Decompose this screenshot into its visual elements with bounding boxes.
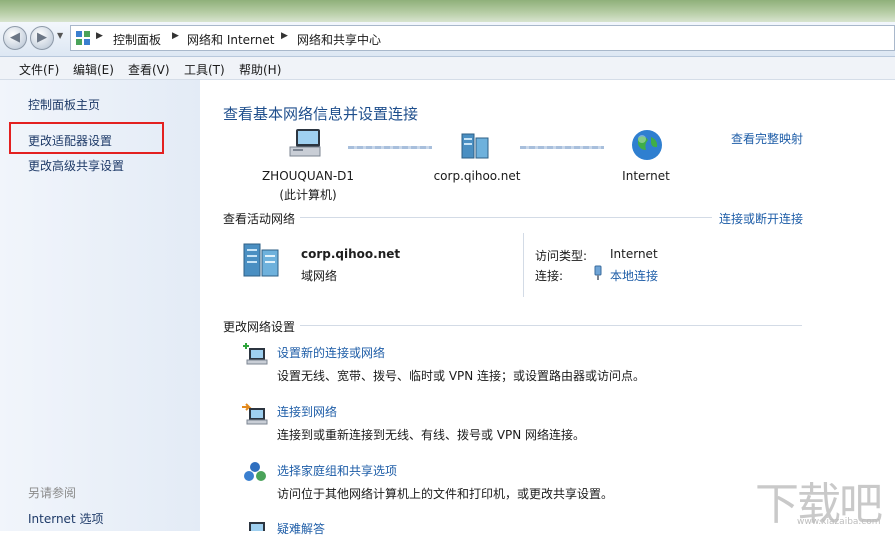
computer-name: ZHOUQUAN-D1 — [261, 169, 355, 183]
task-troubleshoot-link[interactable]: 疑难解答 — [277, 520, 325, 537]
computer-icon[interactable] — [288, 127, 324, 161]
connection-line — [520, 146, 604, 149]
local-connection-link[interactable]: 本地连接 — [610, 267, 658, 284]
active-networks-heading: 查看活动网络 — [223, 212, 296, 226]
recent-pages-dropdown[interactable]: ▼ — [57, 31, 67, 45]
sidebar-link-control-panel-home[interactable]: 控制面板主页 — [28, 96, 100, 113]
menu-view[interactable]: 查看(V) — [128, 61, 170, 78]
watermark-url: www.xiazaiba.com — [797, 517, 881, 527]
control-panel-network-icon — [76, 31, 90, 45]
internet-label: Internet — [622, 169, 670, 183]
homegroup-icon — [244, 462, 266, 481]
access-type-value: Internet — [610, 247, 658, 261]
window-top-strip — [0, 0, 895, 22]
task-connect-network-desc: 连接到或重新连接到无线、有线、拨号或 VPN 网络连接。 — [277, 428, 586, 442]
menu-help[interactable]: 帮助(H) — [239, 61, 281, 78]
connection-line — [348, 146, 432, 149]
task-homegroup-desc: 访问位于其他网络计算机上的文件和打印机，或更改共享设置。 — [277, 487, 614, 501]
breadcrumb-control-panel[interactable]: 控制面板 — [113, 31, 161, 48]
new-connection-icon — [243, 343, 268, 365]
breadcrumb-separator-icon[interactable]: ▶ — [281, 31, 288, 41]
task-new-connection-desc: 设置无线、宽带、拨号、临时或 VPN 连接；或设置路由器或访问点。 — [277, 369, 646, 383]
breadcrumb-separator-icon[interactable]: ▶ — [172, 31, 179, 41]
lan-connection-icon — [594, 265, 602, 280]
address-field[interactable]: ▶ 控制面板 ▶ 网络和 Internet ▶ 网络和共享中心 — [70, 25, 895, 51]
menu-tools[interactable]: 工具(T) — [184, 61, 225, 78]
domain-server-icon[interactable] — [458, 130, 492, 162]
breadcrumb-sharing-center[interactable]: 网络和共享中心 — [297, 31, 381, 48]
globe-icon[interactable] — [630, 128, 664, 162]
see-also-heading: 另请参阅 — [28, 486, 77, 500]
access-type-label: 访问类型: — [535, 249, 588, 263]
section-divider — [300, 325, 802, 326]
active-network-name: corp.qihoo.net — [301, 247, 401, 261]
menu-edit[interactable]: 编辑(E) — [73, 61, 114, 78]
menu-file[interactable]: 文件(F) — [19, 61, 59, 78]
change-settings-heading: 更改网络设置 — [223, 320, 296, 334]
domain-name: corp.qihoo.net — [433, 169, 521, 183]
domain-network-icon[interactable] — [240, 240, 290, 280]
page-title: 查看基本网络信息并设置连接 — [223, 105, 419, 123]
arrow-right-icon: ▶ — [37, 30, 47, 45]
task-connect-network-link[interactable]: 连接到网络 — [277, 403, 337, 420]
computer-caption: (此计算机) — [279, 188, 337, 202]
task-homegroup-link[interactable]: 选择家庭组和共享选项 — [277, 462, 397, 479]
task-new-connection-link[interactable]: 设置新的连接或网络 — [277, 344, 385, 361]
highlight-box — [9, 122, 164, 154]
address-bar: ◀ ▶ ▼ ▶ 控制面板 ▶ 网络和 Internet ▶ 网络和共享中心 — [0, 22, 895, 57]
sidebar-link-advanced-sharing[interactable]: 更改高级共享设置 — [28, 157, 124, 174]
vertical-divider — [523, 233, 524, 297]
arrow-left-icon: ◀ — [10, 30, 20, 45]
back-button[interactable]: ◀ — [3, 26, 27, 50]
connect-network-icon — [242, 403, 268, 425]
breadcrumb-network-internet[interactable]: 网络和 Internet — [187, 31, 274, 48]
connect-disconnect-link[interactable]: 连接或断开连接 — [719, 210, 803, 227]
view-full-map-link[interactable]: 查看完整映射 — [731, 130, 803, 147]
section-divider — [300, 217, 712, 218]
connection-label: 连接: — [535, 269, 564, 283]
sidebar-link-internet-options[interactable]: Internet 选项 — [28, 510, 103, 527]
forward-button[interactable]: ▶ — [30, 26, 54, 50]
troubleshoot-icon — [249, 522, 265, 531]
active-network-type[interactable]: 域网络 — [301, 267, 337, 284]
breadcrumb-separator-icon[interactable]: ▶ — [96, 31, 103, 41]
menu-bar: 文件(F) 编辑(E) 查看(V) 工具(T) 帮助(H) — [0, 57, 895, 80]
